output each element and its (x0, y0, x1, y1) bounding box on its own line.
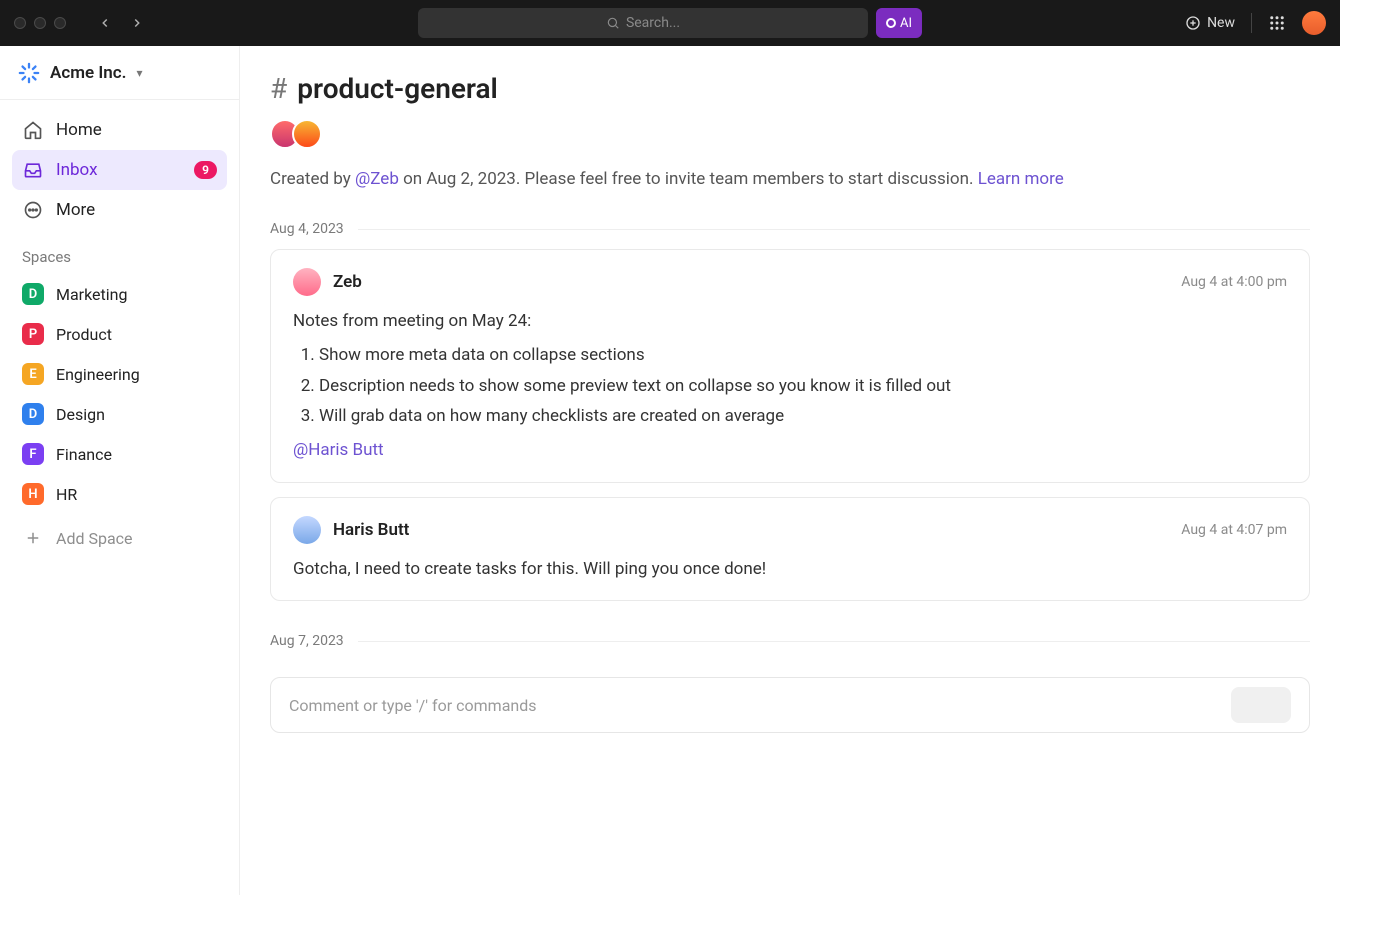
space-label: Marketing (56, 285, 127, 304)
space-badge: D (22, 283, 44, 305)
nav-more[interactable]: More (12, 190, 227, 230)
inbox-badge: 9 (194, 161, 217, 179)
spaces-section-label: Spaces (0, 230, 239, 274)
space-label: Finance (56, 445, 112, 464)
message-body: Notes from meeting on May 24: Show more … (293, 308, 1287, 464)
add-space-label: Add Space (56, 529, 133, 548)
search-icon (606, 16, 620, 30)
channel-name: product-general (297, 72, 498, 105)
space-badge: H (22, 483, 44, 505)
channel-members[interactable] (270, 119, 1310, 149)
space-item[interactable]: E Engineering (0, 354, 239, 394)
creator-mention[interactable]: @Zeb (355, 169, 399, 189)
chevron-down-icon: ▾ (136, 66, 142, 80)
member-avatar[interactable] (292, 119, 322, 149)
add-space-button[interactable]: Add Space (0, 518, 239, 558)
message-avatar[interactable] (293, 268, 321, 296)
list-item: Description needs to show some preview t… (319, 373, 1287, 399)
message-card[interactable]: Haris Butt Aug 4 at 4:07 pm Gotcha, I ne… (270, 497, 1310, 601)
space-badge: F (22, 443, 44, 465)
comment-input[interactable] (289, 696, 1217, 715)
nav-inbox-label: Inbox (56, 160, 98, 180)
hash-icon: # (270, 72, 287, 105)
nav-back-button[interactable] (94, 12, 116, 34)
list-item: Show more meta data on collapse sections (319, 342, 1287, 368)
workspace-name: Acme Inc. (50, 63, 126, 83)
mention[interactable]: @Haris Butt (293, 440, 384, 460)
divider (1251, 13, 1252, 33)
window-controls (14, 17, 66, 29)
user-avatar[interactable] (1302, 11, 1326, 35)
learn-more-link[interactable]: Learn more (978, 169, 1064, 189)
space-item[interactable]: F Finance (0, 434, 239, 474)
app-titlebar: Search... AI New (0, 0, 1340, 46)
channel-title: # product-general (270, 72, 1310, 105)
sidebar: Acme Inc. ▾ Home Inbox 9 More (0, 46, 240, 895)
workspace-switcher[interactable]: Acme Inc. ▾ (0, 46, 239, 100)
new-label: New (1207, 15, 1235, 31)
ai-label: AI (900, 16, 912, 31)
space-badge: P (22, 323, 44, 345)
space-label: Design (56, 405, 105, 424)
nav-more-label: More (56, 200, 95, 220)
comment-composer[interactable] (270, 677, 1310, 733)
channel-description: Created by @Zeb on Aug 2, 2023. Please f… (270, 169, 1310, 189)
nav-inbox[interactable]: Inbox 9 (12, 150, 227, 190)
date-separator: Aug 4, 2023 (270, 221, 1310, 237)
list-item: Will grab data on how many checklists ar… (319, 403, 1287, 429)
more-icon (22, 199, 44, 221)
space-item[interactable]: D Design (0, 394, 239, 434)
message-time: Aug 4 at 4:07 pm (1181, 522, 1287, 538)
message-card[interactable]: Zeb Aug 4 at 4:00 pm Notes from meeting … (270, 249, 1310, 483)
send-button[interactable] (1231, 687, 1291, 723)
space-badge: D (22, 403, 44, 425)
inbox-icon (22, 159, 44, 181)
space-item[interactable]: D Marketing (0, 274, 239, 314)
date-separator: Aug 7, 2023 (270, 633, 1310, 649)
new-button[interactable]: New (1185, 15, 1235, 31)
space-item[interactable]: P Product (0, 314, 239, 354)
space-label: Product (56, 325, 112, 344)
global-search[interactable]: Search... (418, 8, 868, 38)
message-author: Zeb (333, 272, 362, 292)
message-time: Aug 4 at 4:00 pm (1181, 274, 1287, 290)
plus-icon (22, 527, 44, 549)
nav-home[interactable]: Home (12, 110, 227, 150)
plus-circle-icon (1185, 15, 1201, 31)
workspace-logo-icon (18, 62, 40, 84)
ai-button[interactable]: AI (876, 8, 922, 38)
message-avatar[interactable] (293, 516, 321, 544)
space-item[interactable]: H HR (0, 474, 239, 514)
ai-icon (886, 18, 896, 28)
message-body: Gotcha, I need to create tasks for this.… (293, 556, 1287, 582)
space-label: Engineering (56, 365, 140, 384)
nav-home-label: Home (56, 120, 102, 140)
space-label: HR (56, 485, 77, 504)
message-author: Haris Butt (333, 520, 409, 540)
traffic-close[interactable] (14, 17, 26, 29)
home-icon (22, 119, 44, 141)
search-placeholder: Search... (626, 15, 680, 31)
space-badge: E (22, 363, 44, 385)
apps-grid-icon[interactable] (1268, 14, 1286, 32)
nav-forward-button[interactable] (126, 12, 148, 34)
channel-content: # product-general Created by @Zeb on Aug… (240, 46, 1340, 895)
traffic-minimize[interactable] (34, 17, 46, 29)
traffic-zoom[interactable] (54, 17, 66, 29)
